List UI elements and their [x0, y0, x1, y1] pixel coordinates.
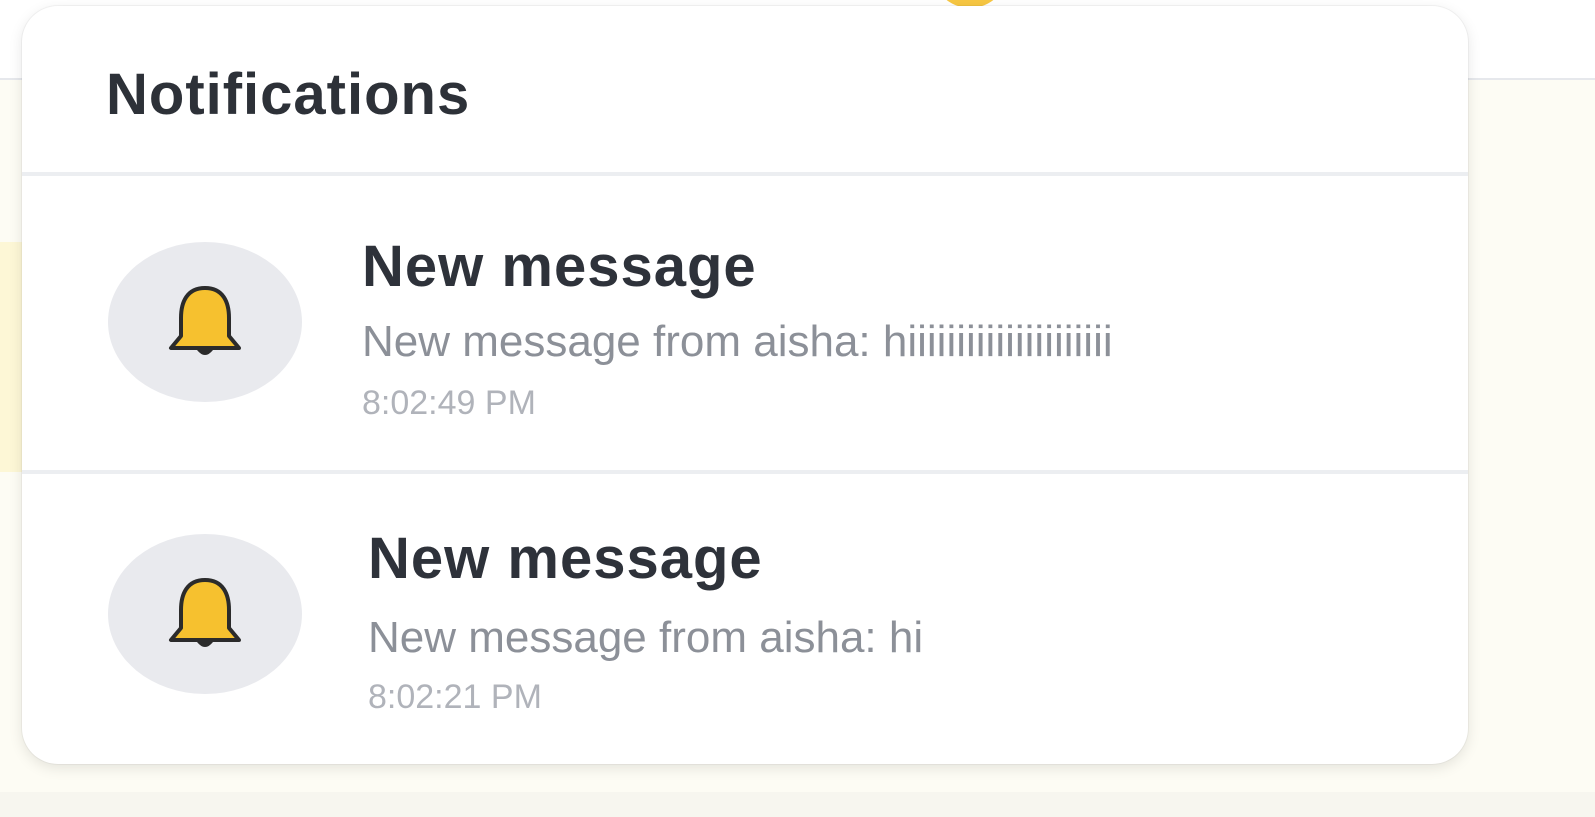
notification-item[interactable]: New message New message from aisha: hi 8…	[22, 470, 1468, 764]
notification-body: New message from aisha: hi	[368, 613, 924, 662]
notification-icon-bubble	[108, 534, 302, 694]
notification-body: New message from aisha: hiiiiiiiiiiiiiii…	[362, 317, 1113, 366]
notification-title: New message	[362, 234, 757, 299]
notification-time: 8:02:21 PM	[368, 678, 542, 716]
notifications-dropdown: Notifications New message New message fr…	[22, 6, 1468, 764]
background-shade	[0, 792, 1595, 817]
bell-icon	[169, 286, 241, 355]
notification-icon-bubble	[108, 242, 302, 402]
notification-item[interactable]: New message New message from aisha: hiii…	[22, 176, 1468, 470]
notification-time: 8:02:49 PM	[362, 384, 536, 422]
bell-icon	[169, 578, 241, 647]
background-highlight	[0, 242, 22, 472]
notifications-header: Notifications	[22, 6, 1468, 176]
notification-title: New message	[368, 526, 763, 591]
notifications-title: Notifications	[106, 62, 471, 127]
